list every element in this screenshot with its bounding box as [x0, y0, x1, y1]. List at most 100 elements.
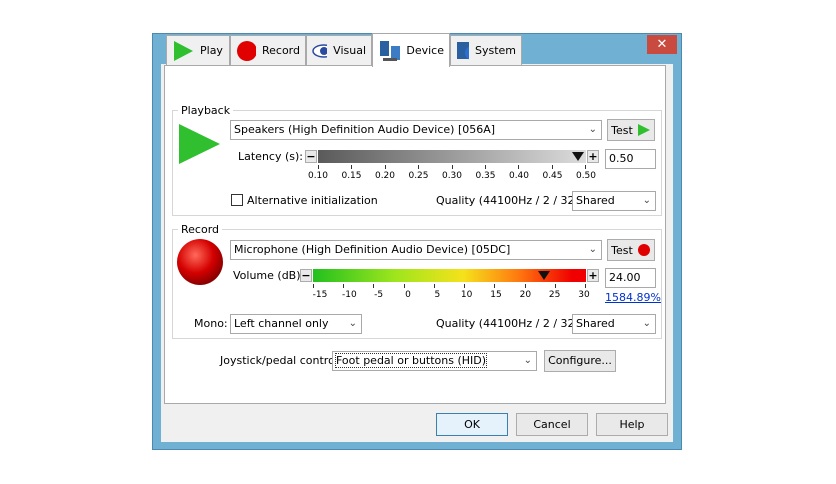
record-icon — [237, 40, 256, 61]
joystick-label: Joystick/pedal control: — [220, 354, 342, 367]
tab-visual[interactable]: Visual — [306, 35, 372, 65]
latency-tick-label: 0.30 — [441, 171, 463, 181]
tab-record-label: Record — [261, 44, 300, 57]
latency-tick-label: 0.25 — [408, 171, 429, 181]
chevron-down-icon: ⌄ — [642, 195, 651, 206]
close-button[interactable]: ✕ — [647, 35, 677, 54]
latency-tick-label: 0.10 — [307, 171, 329, 181]
joystick-value: Foot pedal or buttons (HID) — [334, 353, 488, 368]
playback-quality-select[interactable]: Shared ⌄ — [572, 191, 656, 211]
alternative-initialization-label: Alternative initialization — [247, 194, 378, 207]
playback-play-icon — [179, 124, 220, 164]
latency-tick-label: 0.35 — [475, 171, 496, 181]
latency-value-field[interactable]: 0.50 — [605, 149, 656, 169]
latency-tick-labels: 0.10 0.15 0.20 0.25 0.30 0.35 0.40 0.45 0.50 — [308, 171, 596, 183]
volume-tick-mark — [554, 284, 556, 288]
volume-increase-button[interactable]: + — [587, 269, 599, 282]
system-info-icon: i — [457, 41, 469, 59]
cancel-button[interactable]: Cancel — [516, 413, 588, 436]
latency-tick-mark — [585, 165, 586, 169]
volume-tick-mark — [464, 284, 466, 288]
play-icon — [637, 124, 650, 136]
volume-decrease-button[interactable]: − — [300, 269, 312, 282]
latency-tick-mark — [551, 165, 553, 169]
volume-tick-mark — [524, 284, 526, 288]
volume-tick-mark — [585, 284, 586, 288]
volume-tick-mark — [433, 284, 435, 288]
volume-tick-label: 10 — [460, 290, 473, 300]
tab-visual-label: Visual — [333, 44, 366, 57]
help-button[interactable]: Help — [596, 413, 668, 436]
latency-tick-mark — [451, 165, 453, 169]
record-device-select[interactable]: Microphone (High Definition Audio Device… — [230, 240, 602, 260]
volume-tick-label: 25 — [548, 290, 561, 300]
latency-decrease-button[interactable]: − — [305, 150, 317, 163]
volume-value-field[interactable]: 24.00 — [605, 268, 656, 288]
latency-slider-track[interactable] — [318, 150, 586, 163]
latency-tick-label: 0.15 — [341, 171, 362, 181]
latency-slider-thumb[interactable] — [572, 151, 584, 162]
volume-tick-mark — [313, 284, 314, 288]
latency-tick-label: 0.40 — [508, 171, 530, 181]
volume-tick-label: -5 — [374, 290, 384, 300]
mono-label: Mono: — [194, 317, 228, 330]
volume-tick-label: 15 — [490, 290, 502, 300]
tab-device[interactable]: Device — [372, 33, 450, 67]
latency-increase-button[interactable]: + — [587, 150, 599, 163]
volume-tick-mark — [343, 284, 345, 288]
volume-percent-link[interactable]: 1584.89% — [605, 291, 661, 304]
volume-tick-label: -15 — [312, 290, 328, 300]
latency-tick-mark — [318, 165, 319, 169]
playback-test-button[interactable]: Test — [607, 119, 655, 141]
record-quality-value: Shared — [576, 317, 615, 330]
chevron-down-icon: ⌄ — [348, 318, 357, 329]
latency-tick-label: 0.50 — [575, 171, 597, 181]
playback-test-label: Test — [611, 123, 633, 137]
playback-quality-value: Shared — [576, 194, 615, 207]
volume-tick-labels: -15 -10 -5 0 5 10 15 20 25 30 — [313, 290, 590, 302]
volume-label: Volume (dB): — [233, 269, 305, 282]
tab-record[interactable]: Record — [230, 35, 306, 65]
record-group-label: Record — [178, 223, 223, 236]
alternative-initialization-checkbox[interactable] — [231, 194, 243, 206]
playback-device-select[interactable]: Speakers (High Definition Audio Device) … — [230, 120, 602, 140]
joystick-select[interactable]: Foot pedal or buttons (HID) ⌄ — [332, 351, 537, 371]
volume-tick-label: 30 — [578, 290, 590, 300]
configure-button[interactable]: Configure... — [544, 350, 616, 372]
record-icon — [177, 239, 223, 285]
volume-tick-mark — [403, 284, 405, 288]
play-icon — [174, 40, 193, 61]
playback-device-value: Speakers (High Definition Audio Device) … — [234, 123, 496, 136]
latency-tick-mark — [484, 165, 486, 169]
volume-tick-label: 5 — [434, 290, 441, 300]
latency-tick-mark — [418, 165, 420, 169]
chevron-down-icon: ⌄ — [588, 124, 597, 135]
record-quality-label: Quality (44100Hz / 2 / 32): — [436, 317, 583, 330]
mono-select[interactable]: Left channel only ⌄ — [230, 314, 362, 334]
tab-play[interactable]: Play — [166, 35, 230, 65]
latency-tick-label: 0.20 — [374, 171, 396, 181]
tab-system[interactable]: i System — [450, 35, 522, 65]
ok-button[interactable]: OK — [436, 413, 508, 436]
volume-tick-label: 0 — [405, 290, 411, 300]
volume-tick-marks — [313, 284, 586, 289]
record-test-button[interactable]: Test — [607, 239, 655, 261]
chevron-down-icon: ⌄ — [588, 244, 597, 255]
latency-tick-label: 0.45 — [542, 171, 563, 181]
latency-tick-mark — [384, 165, 386, 169]
eye-icon — [312, 43, 328, 58]
playback-group-label: Playback — [178, 104, 234, 117]
latency-tick-mark — [351, 165, 353, 169]
record-quality-select[interactable]: Shared ⌄ — [572, 314, 656, 334]
tab-play-label: Play — [200, 44, 223, 57]
latency-tick-mark — [518, 165, 520, 169]
volume-tick-label: 20 — [519, 290, 532, 300]
chevron-down-icon: ⌄ — [523, 355, 532, 366]
tab-device-label: Device — [406, 44, 444, 57]
record-icon — [637, 244, 650, 256]
volume-slider-thumb[interactable] — [538, 270, 550, 281]
mono-value: Left channel only — [234, 317, 329, 330]
chevron-down-icon: ⌄ — [642, 318, 651, 329]
playback-quality-label: Quality (44100Hz / 2 / 32): — [436, 194, 583, 207]
volume-tick-mark — [494, 284, 496, 288]
